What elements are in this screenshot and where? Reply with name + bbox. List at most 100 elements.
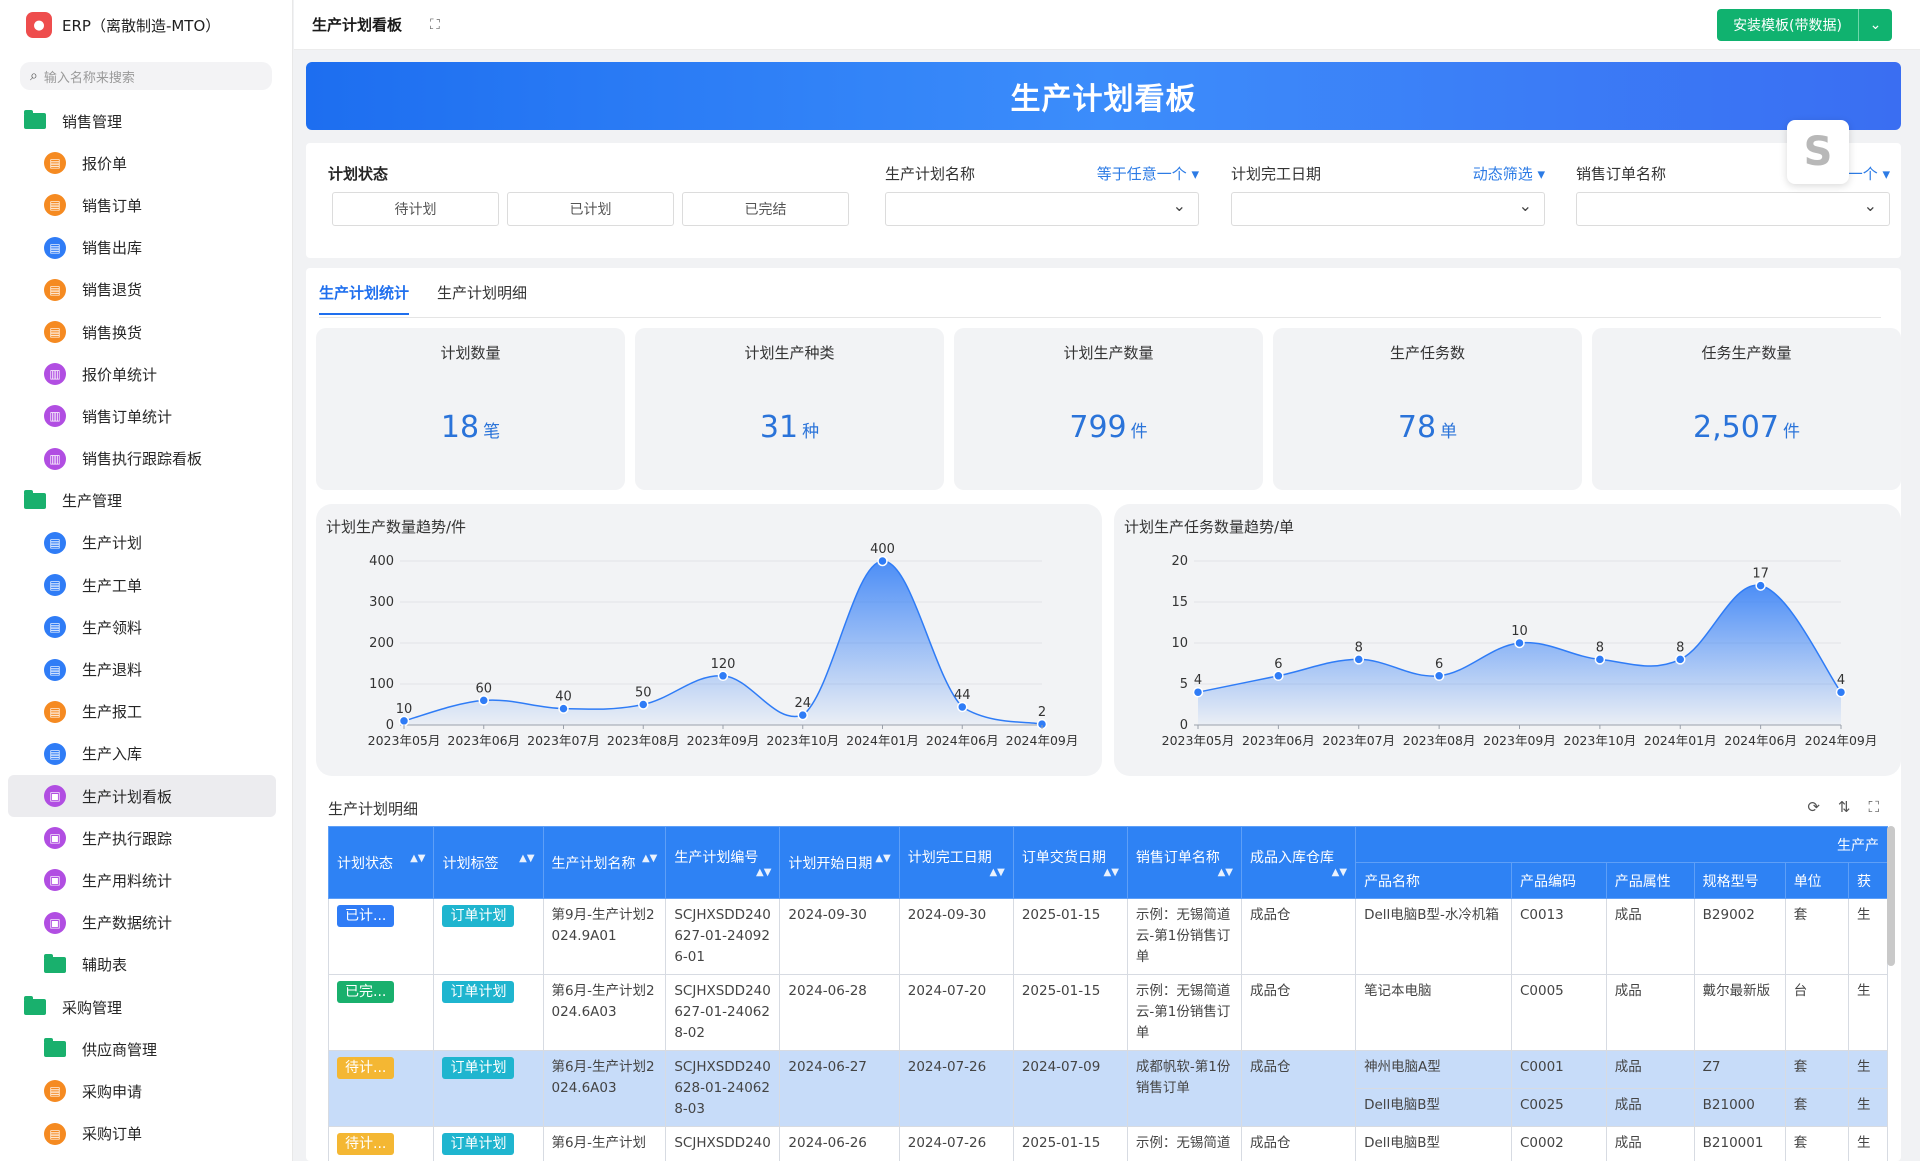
column-header[interactable]: 计划完工日期 ▲▼ [898,826,1014,899]
column-header-label: 计划状态 [337,855,393,872]
finish-date-select[interactable] [1231,192,1545,226]
sidebar-item[interactable]: 供应商管理 [0,1028,292,1070]
bar-chart-icon: ▥ [44,405,66,428]
sidebar-item[interactable]: ▤ 生产入库 [0,733,292,775]
sales-order-select[interactable] [1576,192,1890,226]
install-template-label[interactable]: 安装模板(带数据) [1717,9,1858,41]
folder-icon [44,953,66,973]
install-template-button[interactable]: 安装模板(带数据) ⌄ [1717,9,1892,41]
cell-start: 2024-09-30 [779,898,900,975]
cell-pcode: C0025 [1510,1088,1607,1127]
table-row[interactable]: 已计... 订单计划 第9月-生产计划2024.9A01 SCJHXSDD240627… [328,898,1888,975]
column-header[interactable]: 产品属性 [1605,862,1695,899]
sidebar-item[interactable]: ▥ 报价单统计 [0,353,292,395]
sidebar-item[interactable]: ▤ 采购订单 [0,1113,292,1155]
cell-x: 生 [1848,1088,1888,1127]
data-label: 8 [1676,640,1684,655]
sort-icon[interactable]: ⇅ [1838,798,1851,816]
sidebar-item[interactable]: ▤ 采购申请 [0,1070,292,1112]
column-header[interactable]: 单位 [1784,862,1850,899]
status-option-pending[interactable]: 待计划 [332,192,499,226]
plan-tag: 订单计划 [442,1133,515,1155]
sidebar-item[interactable]: ▣ 生产计划看板 [8,775,276,818]
group-header: 生产产 [1355,826,1888,863]
cell-spec: B210001 [1693,1126,1786,1161]
sidebar-item[interactable]: ▤ 生产工单 [0,564,292,606]
cell-start: 2024-06-26 [779,1126,900,1161]
refresh-icon[interactable]: ⟳ [1807,798,1820,816]
sort-arrows-icon[interactable]: ▲▼ [1218,867,1233,878]
fullscreen-icon[interactable]: ⛶ [1868,798,1879,816]
sidebar-item[interactable]: ▣ 生产数据统计 [0,902,292,944]
data-label: 8 [1355,640,1363,655]
column-header-label: 计划完工日期 [907,850,992,866]
column-header-label: 生产计划编号 [674,850,759,866]
column-header[interactable]: 计划开始日期 ▲▼ [779,826,900,899]
sort-arrows-icon[interactable]: ▲▼ [519,853,534,864]
table-row[interactable]: 待计... 订单计划 第6月-生产计划2024.6A03 SCJHXSDD240628… [328,1050,1888,1127]
column-header[interactable]: 订单交货日期 ▲▼ [1012,826,1128,899]
y-tick-label: 300 [369,595,394,610]
table-row[interactable]: 已完... 订单计划 第6月-生产计划2024.6A03 SCJHXSDD240627… [328,974,1888,1051]
chevron-down-icon[interactable]: ⌄ [1858,9,1892,41]
dashboard-banner: 生产计划看板 [306,62,1901,130]
column-header[interactable]: 生产计划名称 ▲▼ [542,826,667,899]
column-header[interactable]: 产品编码 [1510,862,1607,899]
floating-logo-button[interactable]: S [1787,120,1849,184]
kpi-value: 799 [1069,410,1127,445]
sidebar-item[interactable]: ▤ 生产退料 [0,648,292,690]
sort-arrows-icon[interactable]: ▲▼ [875,853,890,864]
filter-mode-dropdown[interactable]: 动态筛选 ▾ [1473,163,1545,184]
sidebar-item[interactable]: ▤ 生产计划 [0,522,292,564]
sort-arrows-icon[interactable]: ▲▼ [756,867,771,878]
column-header[interactable]: 获 [1848,862,1888,899]
sort-arrows-icon[interactable]: ▲▼ [410,853,425,864]
sort-arrows-icon[interactable]: ▲▼ [989,867,1004,878]
cell-warehouse: 成品仓 [1240,1050,1357,1127]
sort-arrows-icon[interactable]: ▲▼ [1332,867,1347,878]
plan-name-select[interactable] [885,192,1199,226]
sidebar: ● ERP（离散制造-MTO） ⌕ 输入名称来搜索 销售管理 ▤ 报价单 ▤ 销售订单 ▤… [0,0,293,1161]
sidebar-search-input[interactable]: ⌕ 输入名称来搜索 [20,62,272,90]
sidebar-item[interactable]: 销售管理 [0,100,292,142]
chart-task-quantity: 0 5 10 15 20 4 2023年05月 6 2023年06月 8 2023年07月 6 2023… [1114,504,1901,776]
sort-arrows-icon[interactable]: ▲▼ [642,853,657,864]
status-option-done[interactable]: 已完结 [682,192,849,226]
sidebar-item[interactable]: ▣ 生产用料统计 [0,859,292,901]
sidebar-item[interactable]: 生产管理 [0,480,292,522]
sort-arrows-icon[interactable]: ▲▼ [1104,867,1119,878]
sidebar-item[interactable]: 采购管理 [0,986,292,1028]
sidebar-item[interactable]: ▤ 生产报工 [0,691,292,733]
sidebar-item[interactable]: ▥ 销售订单统计 [0,395,292,437]
sidebar-item[interactable]: ▤ 销售订单 [0,184,292,226]
column-header[interactable]: 规格型号 [1693,862,1786,899]
cell-pname: Dell电脑B型 [1355,1126,1512,1161]
sidebar-item[interactable]: ▤ 销售出库 [0,227,292,269]
sidebar-item[interactable]: 辅助表 [0,944,292,986]
column-header[interactable]: 计划标签 ▲▼ [433,826,544,899]
column-header[interactable]: 成品入库仓库 ▲▼ [1240,826,1357,899]
table-scrollbar[interactable] [1887,826,1895,966]
sidebar-item[interactable]: ▣ 生产执行跟踪 [0,817,292,859]
column-header[interactable]: 生产计划编号 ▲▼ [665,826,781,899]
table-toolbar: ⟳ ⇅ ⛶ [1807,798,1879,816]
tab-plan-detail[interactable]: 生产计划明细 [437,282,527,315]
tab-plan-stats[interactable]: 生产计划统计 [319,282,410,315]
fullscreen-icon[interactable]: ⛶ [430,17,440,33]
data-point [957,701,968,713]
column-header[interactable]: 销售订单名称 ▲▼ [1126,826,1242,899]
sidebar-item[interactable]: ▤ 销售换货 [0,311,292,353]
column-header[interactable]: 产品名称 [1355,862,1512,899]
filter-mode-dropdown[interactable]: 等于任意一个 ▾ [1097,163,1199,184]
sidebar-item[interactable]: ▤ 生产领料 [0,606,292,648]
sidebar-item[interactable]: ▤ 销售退货 [0,269,292,311]
sidebar-item[interactable]: ▤ 报价单 [0,142,292,184]
kpi-title: 计划数量 [440,344,501,362]
status-option-planned[interactable]: 已计划 [507,192,674,226]
folder-icon [44,1038,66,1058]
column-header[interactable]: 计划状态 ▲▼ [328,826,435,899]
table-row[interactable]: 待计... 订单计划 第6月-生产计划 SCJHXSDD240 2024-06-26 20… [328,1126,1888,1161]
sidebar-item[interactable]: ▥ 销售执行跟踪看板 [0,438,292,480]
data-point [558,703,569,714]
document-icon: ▤ [44,700,66,723]
